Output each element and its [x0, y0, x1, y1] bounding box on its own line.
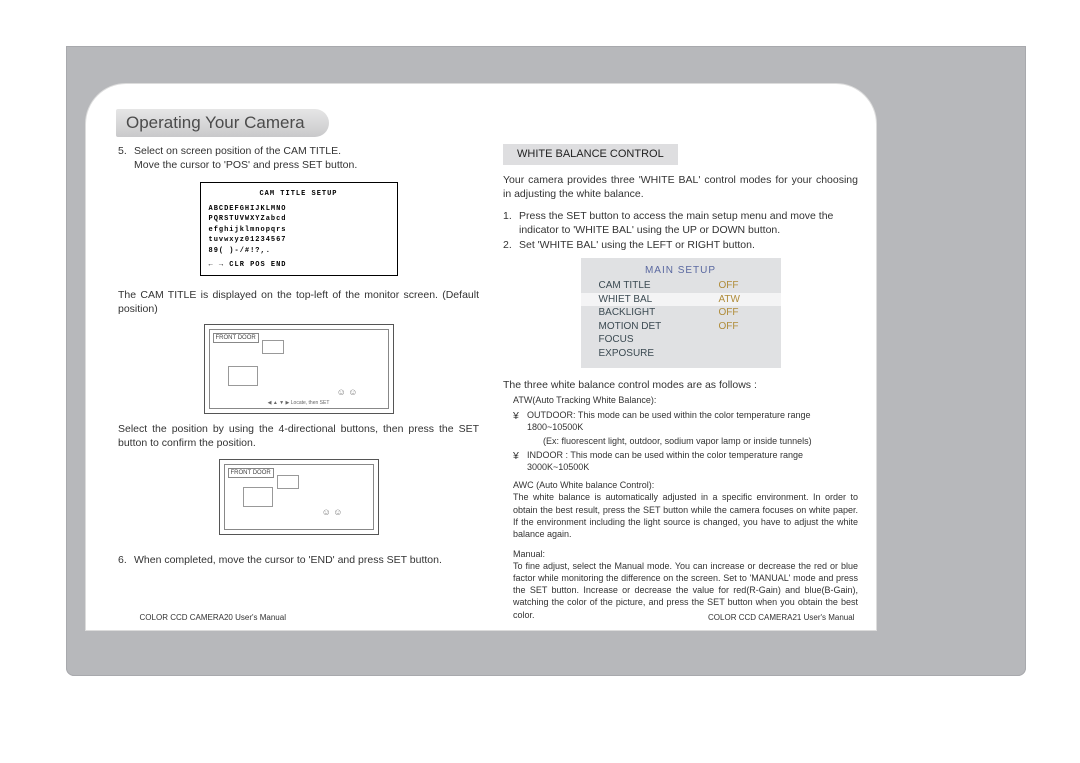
- menu-row: EXPOSURE: [581, 347, 781, 361]
- page: Operating Your Camera 5. Select on scree…: [0, 0, 1080, 763]
- front-door-label: FRONT DOOR: [213, 333, 259, 343]
- left-column: 5. Select on screen position of the CAM …: [118, 144, 497, 600]
- menu-key: FOCUS: [599, 333, 719, 347]
- mode-body: The white balance is automatically adjus…: [503, 491, 858, 540]
- osd-row: 89( )-/#!?,.: [209, 246, 389, 257]
- step-number: 5.: [118, 144, 134, 172]
- menu-value: [719, 333, 763, 347]
- step-text: Press the SET button to access the main …: [519, 209, 858, 237]
- section-tab: Operating Your Camera: [116, 109, 329, 137]
- menu-key: BACKLIGHT: [599, 306, 719, 320]
- drawing-tv-icon: [243, 487, 273, 507]
- bullet-icon: ¥: [513, 409, 527, 433]
- osd-row: PQRSTUVWXYZabcd: [209, 214, 389, 225]
- page-footer-right: COLOR CCD CAMERA21 User's Manual: [687, 613, 877, 624]
- subsection-heading: WHITE BALANCE CONTROL: [503, 144, 678, 165]
- content-card: Operating Your Camera 5. Select on scree…: [86, 84, 876, 630]
- paragraph: Your camera provides three 'WHITE BAL' c…: [503, 173, 858, 201]
- osd-cam-title-setup: CAM TITLE SETUP ABCDEFGHIJKLMNO PQRSTUVW…: [200, 182, 398, 276]
- menu-row: FOCUS: [581, 333, 781, 347]
- menu-row: BACKLIGHT OFF: [581, 306, 781, 320]
- paragraph: Select the position by using the 4-direc…: [118, 422, 479, 450]
- mode-body: To fine adjust, select the Manual mode. …: [503, 560, 858, 621]
- panel-background: Operating Your Camera 5. Select on scree…: [66, 46, 1026, 676]
- step-number: 1.: [503, 209, 519, 237]
- right-column: WHITE BALANCE CONTROL Your camera provid…: [497, 144, 876, 600]
- page-footer-left: COLOR CCD CAMERA20 User's Manual: [118, 613, 308, 624]
- mode-heading: ATW(Auto Tracking White Balance):: [503, 394, 858, 406]
- menu-row: MOTION DET OFF: [581, 320, 781, 334]
- step-number: 6.: [118, 553, 134, 567]
- osd-row: ← → CLR POS END: [209, 260, 389, 271]
- paragraph: The CAM TITLE is displayed on the top-le…: [118, 288, 479, 316]
- step-5: 5. Select on screen position of the CAM …: [118, 144, 479, 172]
- menu-value: [719, 347, 763, 361]
- drawing-people-icon: ☺ ☺: [322, 506, 343, 518]
- osd-row: efghijklmnopqrs: [209, 225, 389, 236]
- step-text: Set 'WHITE BAL' using the LEFT or RIGHT …: [519, 238, 858, 252]
- menu-title: MAIN SETUP: [581, 264, 781, 278]
- bullet-text: OUTDOOR: This mode can be used within th…: [527, 409, 858, 433]
- menu-key: EXPOSURE: [599, 347, 719, 361]
- monitor-illustration-1: FRONT DOOR ☺ ☺ ◀ ▲ ▼ ▶ Locate, then SET: [204, 324, 394, 414]
- menu-value: OFF: [719, 306, 763, 320]
- menu-key: WHIET BAL: [599, 293, 719, 307]
- step-6: 6. When completed, move the cursor to 'E…: [118, 553, 479, 567]
- main-setup-menu: MAIN SETUP CAM TITLE OFF WHIET BAL ATW B…: [581, 258, 781, 369]
- drawing-people-icon: ☺ ☺: [337, 386, 358, 398]
- menu-value: ATW: [719, 293, 763, 307]
- mode-heading: AWC (Auto White balance Control):: [503, 479, 858, 491]
- bullet-item: ¥ OUTDOOR: This mode can be used within …: [503, 409, 858, 433]
- example-note: (Ex: fluorescent light, outdoor, sodium …: [503, 435, 858, 447]
- bullet-item: ¥ INDOOR : This mode can be used within …: [503, 449, 858, 473]
- bullet-text: INDOOR : This mode can be used within th…: [527, 449, 858, 473]
- osd-row: ABCDEFGHIJKLMNO: [209, 204, 389, 215]
- menu-key: CAM TITLE: [599, 279, 719, 293]
- drawing-frame-icon: [277, 475, 299, 489]
- menu-row-highlighted: WHIET BAL ATW: [581, 293, 781, 307]
- section-title: Operating Your Camera: [116, 109, 329, 137]
- step-number: 2.: [503, 238, 519, 252]
- menu-row: CAM TITLE OFF: [581, 279, 781, 293]
- step-1: 1. Press the SET button to access the ma…: [503, 209, 858, 237]
- step-text: Select on screen position of the CAM TIT…: [134, 144, 479, 158]
- osd-title: CAM TITLE SETUP: [209, 189, 389, 200]
- menu-key: MOTION DET: [599, 320, 719, 334]
- menu-value: OFF: [719, 279, 763, 293]
- drawing-frame-icon: [262, 340, 284, 354]
- monitor-illustration-2: FRONT DOOR ☺ ☺: [219, 459, 379, 535]
- bullet-icon: ¥: [513, 449, 527, 473]
- step-text: When completed, move the cursor to 'END'…: [134, 553, 479, 567]
- drawing-tv-icon: [228, 366, 258, 386]
- step-2: 2. Set 'WHITE BAL' using the LEFT or RIG…: [503, 238, 858, 252]
- menu-value: OFF: [719, 320, 763, 334]
- two-column-layout: 5. Select on screen position of the CAM …: [118, 144, 876, 600]
- front-door-label: FRONT DOOR: [228, 468, 274, 478]
- osd-row: tuvwxyz01234567: [209, 235, 389, 246]
- step-text: Move the cursor to 'POS' and press SET b…: [134, 158, 479, 172]
- paragraph: The three white balance control modes ar…: [503, 378, 858, 392]
- mode-heading: Manual:: [503, 548, 858, 560]
- illustration-caption: ◀ ▲ ▼ ▶ Locate, then SET: [210, 400, 388, 407]
